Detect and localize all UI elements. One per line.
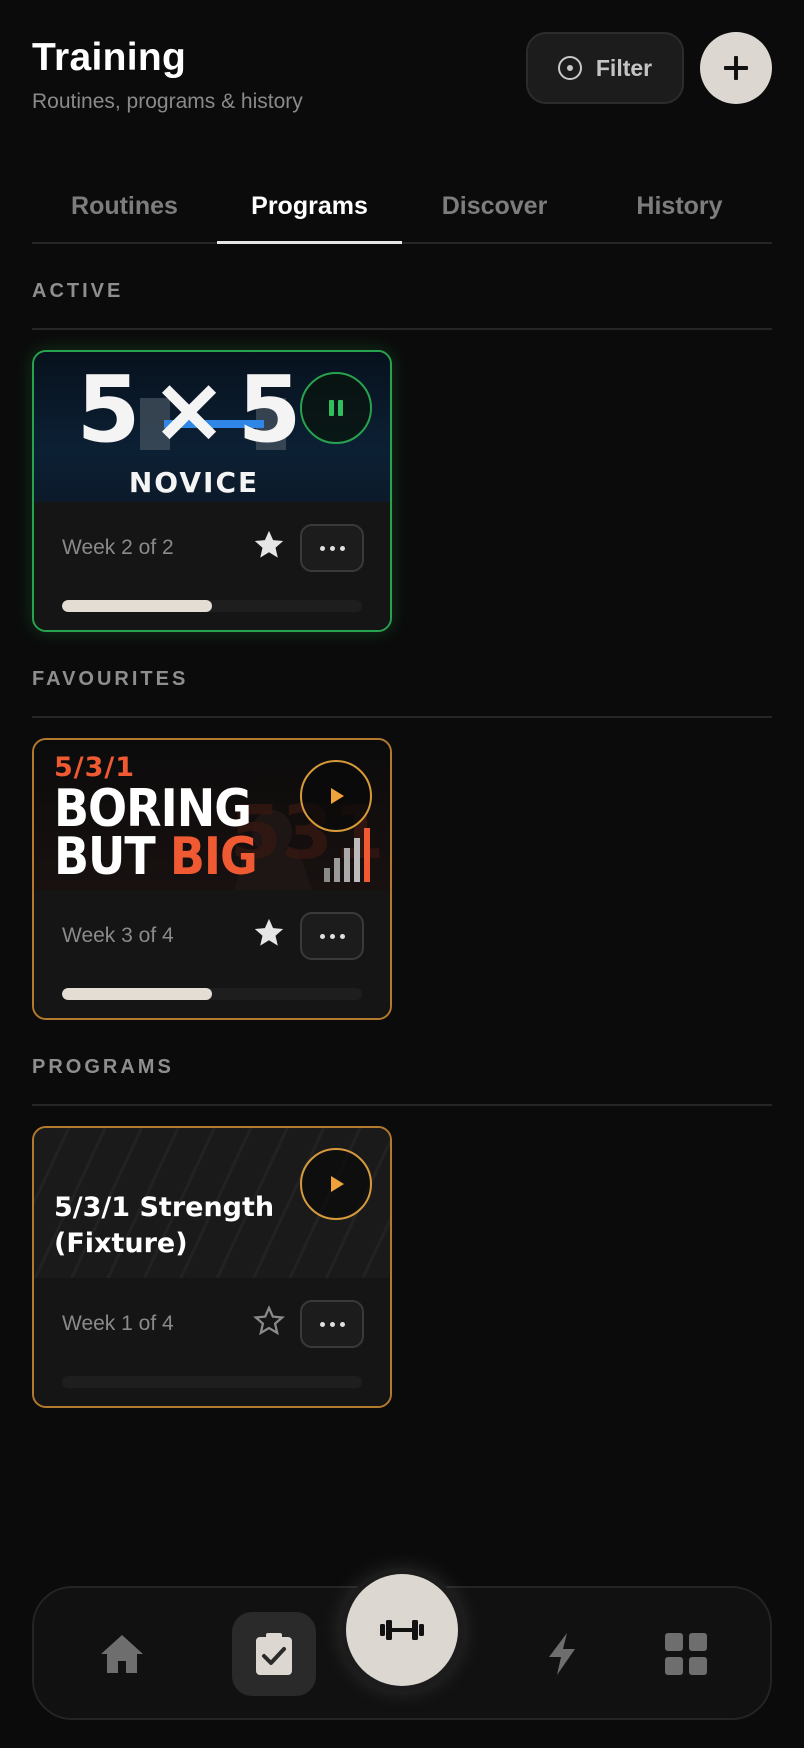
nav-home[interactable]	[80, 1612, 164, 1696]
pause-icon	[329, 400, 343, 416]
progress-bar	[62, 988, 362, 1000]
program-card-boring-but-big[interactable]: 531 5/3/1 BORING BUT BIG Week 3 of 4	[32, 738, 392, 1020]
grid-icon	[665, 1633, 707, 1675]
star-filled-icon[interactable]	[252, 916, 286, 950]
plus-icon	[724, 56, 748, 80]
program-banner: 531 5/3/1 BORING BUT BIG	[34, 740, 390, 890]
page-title: Training	[32, 36, 187, 79]
target-icon	[557, 56, 582, 80]
checklist-icon	[256, 1633, 292, 1675]
start-workout-button[interactable]	[346, 1574, 458, 1686]
section-divider	[32, 716, 772, 718]
tab-bar: Routines Programs Discover History	[32, 180, 772, 244]
tab-programs[interactable]: Programs	[217, 180, 402, 244]
dumbbell-icon	[380, 1620, 424, 1640]
filter-label: Filter	[595, 54, 653, 81]
nav-checklist[interactable]	[232, 1612, 316, 1696]
page-header: Training Routines, programs & history	[32, 36, 303, 114]
more-options-button[interactable]	[300, 1300, 364, 1348]
section-label-active: ACTIVE	[32, 280, 124, 302]
star-filled-icon[interactable]	[252, 528, 286, 562]
tab-routines[interactable]: Routines	[32, 180, 217, 242]
program-banner: 5/3/1 Strength (Fixture)	[34, 1128, 390, 1278]
banner-line-2-white: BUT	[54, 826, 170, 887]
card-footer: Week 3 of 4	[34, 890, 390, 1018]
week-label: Week 2 of 2	[62, 536, 174, 559]
play-icon	[331, 788, 344, 804]
banner-line-2-red: BIG	[169, 826, 258, 887]
nav-more[interactable]	[644, 1612, 728, 1696]
week-label: Week 3 of 4	[62, 924, 174, 947]
banner-line-2: BUT BIG	[54, 826, 258, 887]
play-button[interactable]	[300, 760, 372, 832]
program-title: 5/3/1 Strength (Fixture)	[54, 1192, 275, 1259]
filter-button[interactable]: Filter	[526, 32, 684, 104]
card-footer: Week 2 of 2	[34, 502, 390, 630]
progress-bar	[62, 600, 362, 612]
program-card-531-strength[interactable]: 5/3/1 Strength (Fixture) Week 1 of 4	[32, 1126, 392, 1408]
more-options-button[interactable]	[300, 912, 364, 960]
progress-bar	[62, 1376, 362, 1388]
more-options-button[interactable]	[300, 524, 364, 572]
week-label: Week 1 of 4	[62, 1312, 174, 1335]
progress-fill	[62, 988, 212, 1000]
section-label-programs: PROGRAMS	[32, 1056, 174, 1078]
star-outline-icon[interactable]	[252, 1304, 286, 1338]
section-divider	[32, 1104, 772, 1106]
section-divider	[32, 328, 772, 330]
pause-button[interactable]	[300, 372, 372, 444]
lightning-icon	[549, 1633, 575, 1675]
tab-history[interactable]: History	[587, 180, 772, 242]
page-subtitle: Routines, programs & history	[32, 90, 303, 113]
banner-subtitle: NOVICE	[128, 466, 260, 499]
add-button[interactable]	[700, 32, 772, 104]
program-banner: 5×5 NOVICE	[34, 352, 390, 502]
card-footer: Week 1 of 4	[34, 1278, 390, 1406]
nav-activity[interactable]	[520, 1612, 604, 1696]
progress-fill	[62, 600, 212, 612]
play-icon	[331, 1176, 344, 1192]
home-icon	[101, 1635, 143, 1673]
program-card-5x5-novice[interactable]: 5×5 NOVICE Week 2 of 2	[32, 350, 392, 632]
tab-discover[interactable]: Discover	[402, 180, 587, 242]
section-label-favourites: FAVOURITES	[32, 668, 189, 690]
play-button[interactable]	[300, 1148, 372, 1220]
